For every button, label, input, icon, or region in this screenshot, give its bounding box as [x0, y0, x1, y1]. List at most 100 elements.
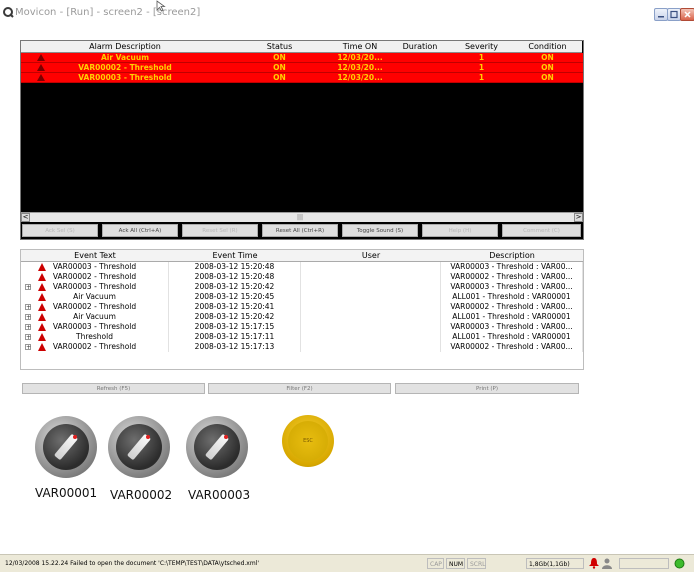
status-ok-icon [674, 558, 685, 569]
knob-label-var00003: VAR00003 [188, 488, 251, 502]
event-description: VAR00003 - Threshold : VAR00... [441, 322, 583, 332]
event-description: VAR00003 - Threshold : VAR00... [441, 282, 583, 292]
event-time: 2008-03-12 15:20:45 [169, 292, 301, 302]
alarm-status: ON [273, 53, 286, 62]
alarm-duration [390, 53, 450, 62]
event-row[interactable]: + Threshold 2008-03-12 15:17:11 ALL001 - Th… [21, 332, 583, 342]
alarm-bell-icon[interactable] [589, 558, 599, 569]
event-user [301, 312, 441, 322]
reset-all-button[interactable]: Reset All (Ctrl+R) [262, 224, 338, 237]
event-text: VAR00003 - Threshold [21, 282, 169, 292]
event-description: VAR00002 - Threshold : VAR00... [441, 342, 583, 352]
event-time: 2008-03-12 15:20:42 [169, 312, 301, 322]
event-row[interactable]: + VAR00003 - Threshold 2008-03-12 15:20:42… [21, 282, 583, 292]
filter-button[interactable]: Filter (F2) [208, 383, 391, 394]
event-row[interactable]: Air Vacuum 2008-03-12 15:20:45 ALL001 - Th… [21, 292, 583, 302]
event-text: VAR00003 - Threshold [21, 322, 169, 332]
column-header-event-text[interactable]: Event Text [21, 250, 170, 262]
column-header-user[interactable]: User [301, 250, 442, 262]
alarm-time-on: 12/03/20... [337, 53, 383, 62]
esc-label: ESC [288, 421, 328, 461]
alarm-condition: ON [541, 73, 554, 82]
movicon-app-icon [3, 7, 14, 18]
event-user [301, 262, 441, 272]
alarm-severity: 1 [478, 73, 485, 82]
event-time: 2008-03-12 15:20:41 [169, 302, 301, 312]
alarm-severity: 1 [478, 53, 485, 62]
event-description: VAR00002 - Threshold : VAR00... [441, 272, 583, 282]
refresh-button[interactable]: Refresh (F5) [22, 383, 205, 394]
knob-label-var00001: VAR00001 [35, 486, 98, 500]
event-user [301, 282, 441, 292]
event-text: VAR00002 - Threshold [21, 272, 169, 282]
column-header-condition[interactable]: Condition [513, 41, 582, 53]
status-bar: 12/03/2008 15.22.24 Failed to open the d… [0, 554, 694, 572]
alarm-row[interactable]: VAR00002 - Threshold ON 12/03/20... 1 ON [21, 63, 583, 73]
alarm-duration [390, 63, 450, 72]
close-button[interactable] [680, 8, 694, 21]
comment-button[interactable]: Comment (C) [502, 224, 581, 237]
event-row[interactable]: + VAR00002 - Threshold 2008-03-12 15:17:13… [21, 342, 583, 352]
maximize-icon [670, 10, 678, 19]
column-header-alarm-description[interactable]: Alarm Description [21, 41, 230, 53]
alarm-description: VAR00003 - Threshold [78, 73, 172, 82]
help-button[interactable]: Help (H) [422, 224, 498, 237]
reset-sel-button[interactable]: Reset Sel (R) [182, 224, 258, 237]
knob-icon [194, 424, 240, 470]
knob-var00003[interactable] [186, 416, 248, 478]
event-time: 2008-03-12 15:20:48 [169, 272, 301, 282]
title-bar: Movicon - [Run] - screen2 - [screen2] [0, 0, 694, 26]
knob-indicator-dot [73, 435, 77, 439]
event-row[interactable]: VAR00002 - Threshold 2008-03-12 15:20:48 V… [21, 272, 583, 282]
event-user [301, 342, 441, 352]
column-header-event-time[interactable]: Event Time [169, 250, 302, 262]
minimize-button[interactable] [654, 8, 668, 21]
event-row[interactable]: VAR00003 - Threshold 2008-03-12 15:20:48 V… [21, 262, 583, 272]
event-text: Threshold [21, 332, 169, 342]
event-text: Air Vacuum [21, 312, 169, 322]
knob-label-var00002: VAR00002 [110, 488, 173, 502]
scroll-left-button[interactable]: < [21, 213, 30, 222]
alarm-severity: 1 [478, 63, 485, 72]
esc-button[interactable]: ESC [282, 415, 334, 467]
event-description: VAR00002 - Threshold : VAR00... [441, 302, 583, 312]
print-button[interactable]: Print (P) [395, 383, 579, 394]
alarm-status: ON [273, 63, 286, 72]
event-row[interactable]: + VAR00002 - Threshold 2008-03-12 15:20:41… [21, 302, 583, 312]
event-row[interactable]: + Air Vacuum 2008-03-12 15:20:42 ALL001 - T… [21, 312, 583, 322]
column-header-status[interactable]: Status [229, 41, 331, 53]
event-time: 2008-03-12 15:20:48 [169, 262, 301, 272]
scrl-indicator: SCRL [467, 558, 486, 569]
alarm-window: Alarm Description Status Time ON Duratio… [20, 40, 584, 240]
alarm-row[interactable]: VAR00003 - Threshold ON 12/03/20... 1 ON [21, 73, 583, 83]
knob-var00002[interactable] [108, 416, 170, 478]
column-header-duration[interactable]: Duration [390, 41, 451, 53]
ack-all-button[interactable]: Ack All (Ctrl+A) [102, 224, 178, 237]
event-text: VAR00002 - Threshold [21, 342, 169, 352]
event-time: 2008-03-12 15:20:42 [169, 282, 301, 292]
column-header-time-on[interactable]: Time ON [330, 41, 391, 53]
ack-sel-button[interactable]: Ack Sel (S) [22, 224, 98, 237]
knob-var00001[interactable] [35, 416, 97, 478]
knob-indicator-dot [146, 435, 150, 439]
event-row[interactable]: + VAR00003 - Threshold 2008-03-12 15:17:15… [21, 322, 583, 332]
event-description: ALL001 - Threshold : VAR00001 [441, 332, 583, 342]
alarm-duration [390, 73, 450, 82]
toggle-sound-button[interactable]: Toggle Sound (S) [342, 224, 418, 237]
column-header-severity[interactable]: Severity [450, 41, 514, 53]
horizontal-scrollbar[interactable]: < ||| > [21, 212, 583, 222]
maximize-button[interactable] [667, 8, 681, 21]
knob-icon [43, 424, 89, 470]
scroll-right-button[interactable]: > [574, 213, 583, 222]
cap-indicator: CAP [427, 558, 444, 569]
alarm-row[interactable]: Air Vacuum ON 12/03/20... 1 ON [21, 53, 583, 63]
event-description: VAR00003 - Threshold : VAR00... [441, 262, 583, 272]
alarm-status: ON [273, 73, 286, 82]
column-header-description[interactable]: Description [441, 250, 583, 262]
event-time: 2008-03-12 15:17:13 [169, 342, 301, 352]
event-user [301, 322, 441, 332]
scroll-thumb-grip[interactable]: ||| [297, 213, 303, 222]
user-icon[interactable] [602, 558, 612, 569]
event-text: VAR00002 - Threshold [21, 302, 169, 312]
event-user [301, 272, 441, 282]
